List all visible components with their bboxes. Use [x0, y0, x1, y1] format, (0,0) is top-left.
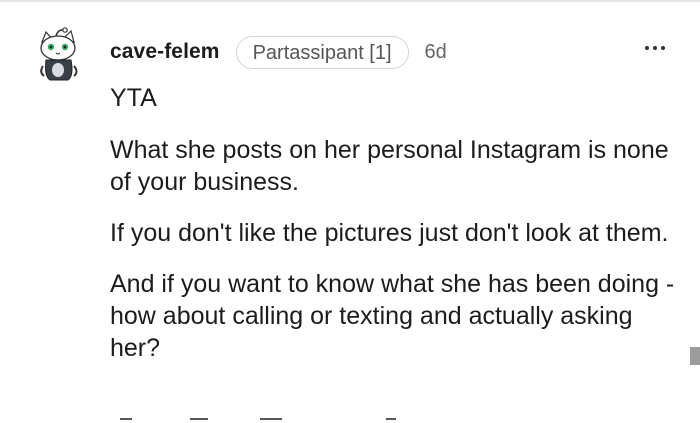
more-dot — [661, 46, 665, 50]
snoo-cat-avatar-icon — [40, 27, 78, 81]
more-options-icon[interactable] — [640, 36, 670, 60]
upvote-icon[interactable] — [120, 418, 132, 423]
reply-icon[interactable] — [190, 418, 208, 423]
comment-body: YTA What she posts on her personal Insta… — [110, 82, 680, 383]
user-avatar[interactable] — [34, 26, 84, 82]
more-dot — [645, 46, 649, 50]
username-link[interactable]: cave-felem — [110, 40, 220, 64]
comment-paragraph: If you don't like the pictures just don'… — [110, 219, 669, 247]
comment-paragraph: What she posts on her personal Instagram… — [110, 136, 669, 196]
scrollbar-thumb[interactable] — [690, 347, 700, 365]
comment-timestamp[interactable]: 6d — [425, 41, 447, 64]
comment-paragraph: YTA — [110, 84, 157, 112]
share-icon[interactable] — [386, 418, 396, 423]
user-flair-badge: Partassipant [1] — [235, 35, 409, 69]
award-icon[interactable] — [260, 418, 282, 423]
comment-action-bar — [110, 416, 510, 423]
more-dot — [653, 46, 657, 50]
comment-header: cave-felem Partassipant [1] 6d — [110, 35, 447, 69]
top-divider — [0, 0, 700, 2]
comment-paragraph: And if you want to know what she has bee… — [110, 270, 675, 362]
